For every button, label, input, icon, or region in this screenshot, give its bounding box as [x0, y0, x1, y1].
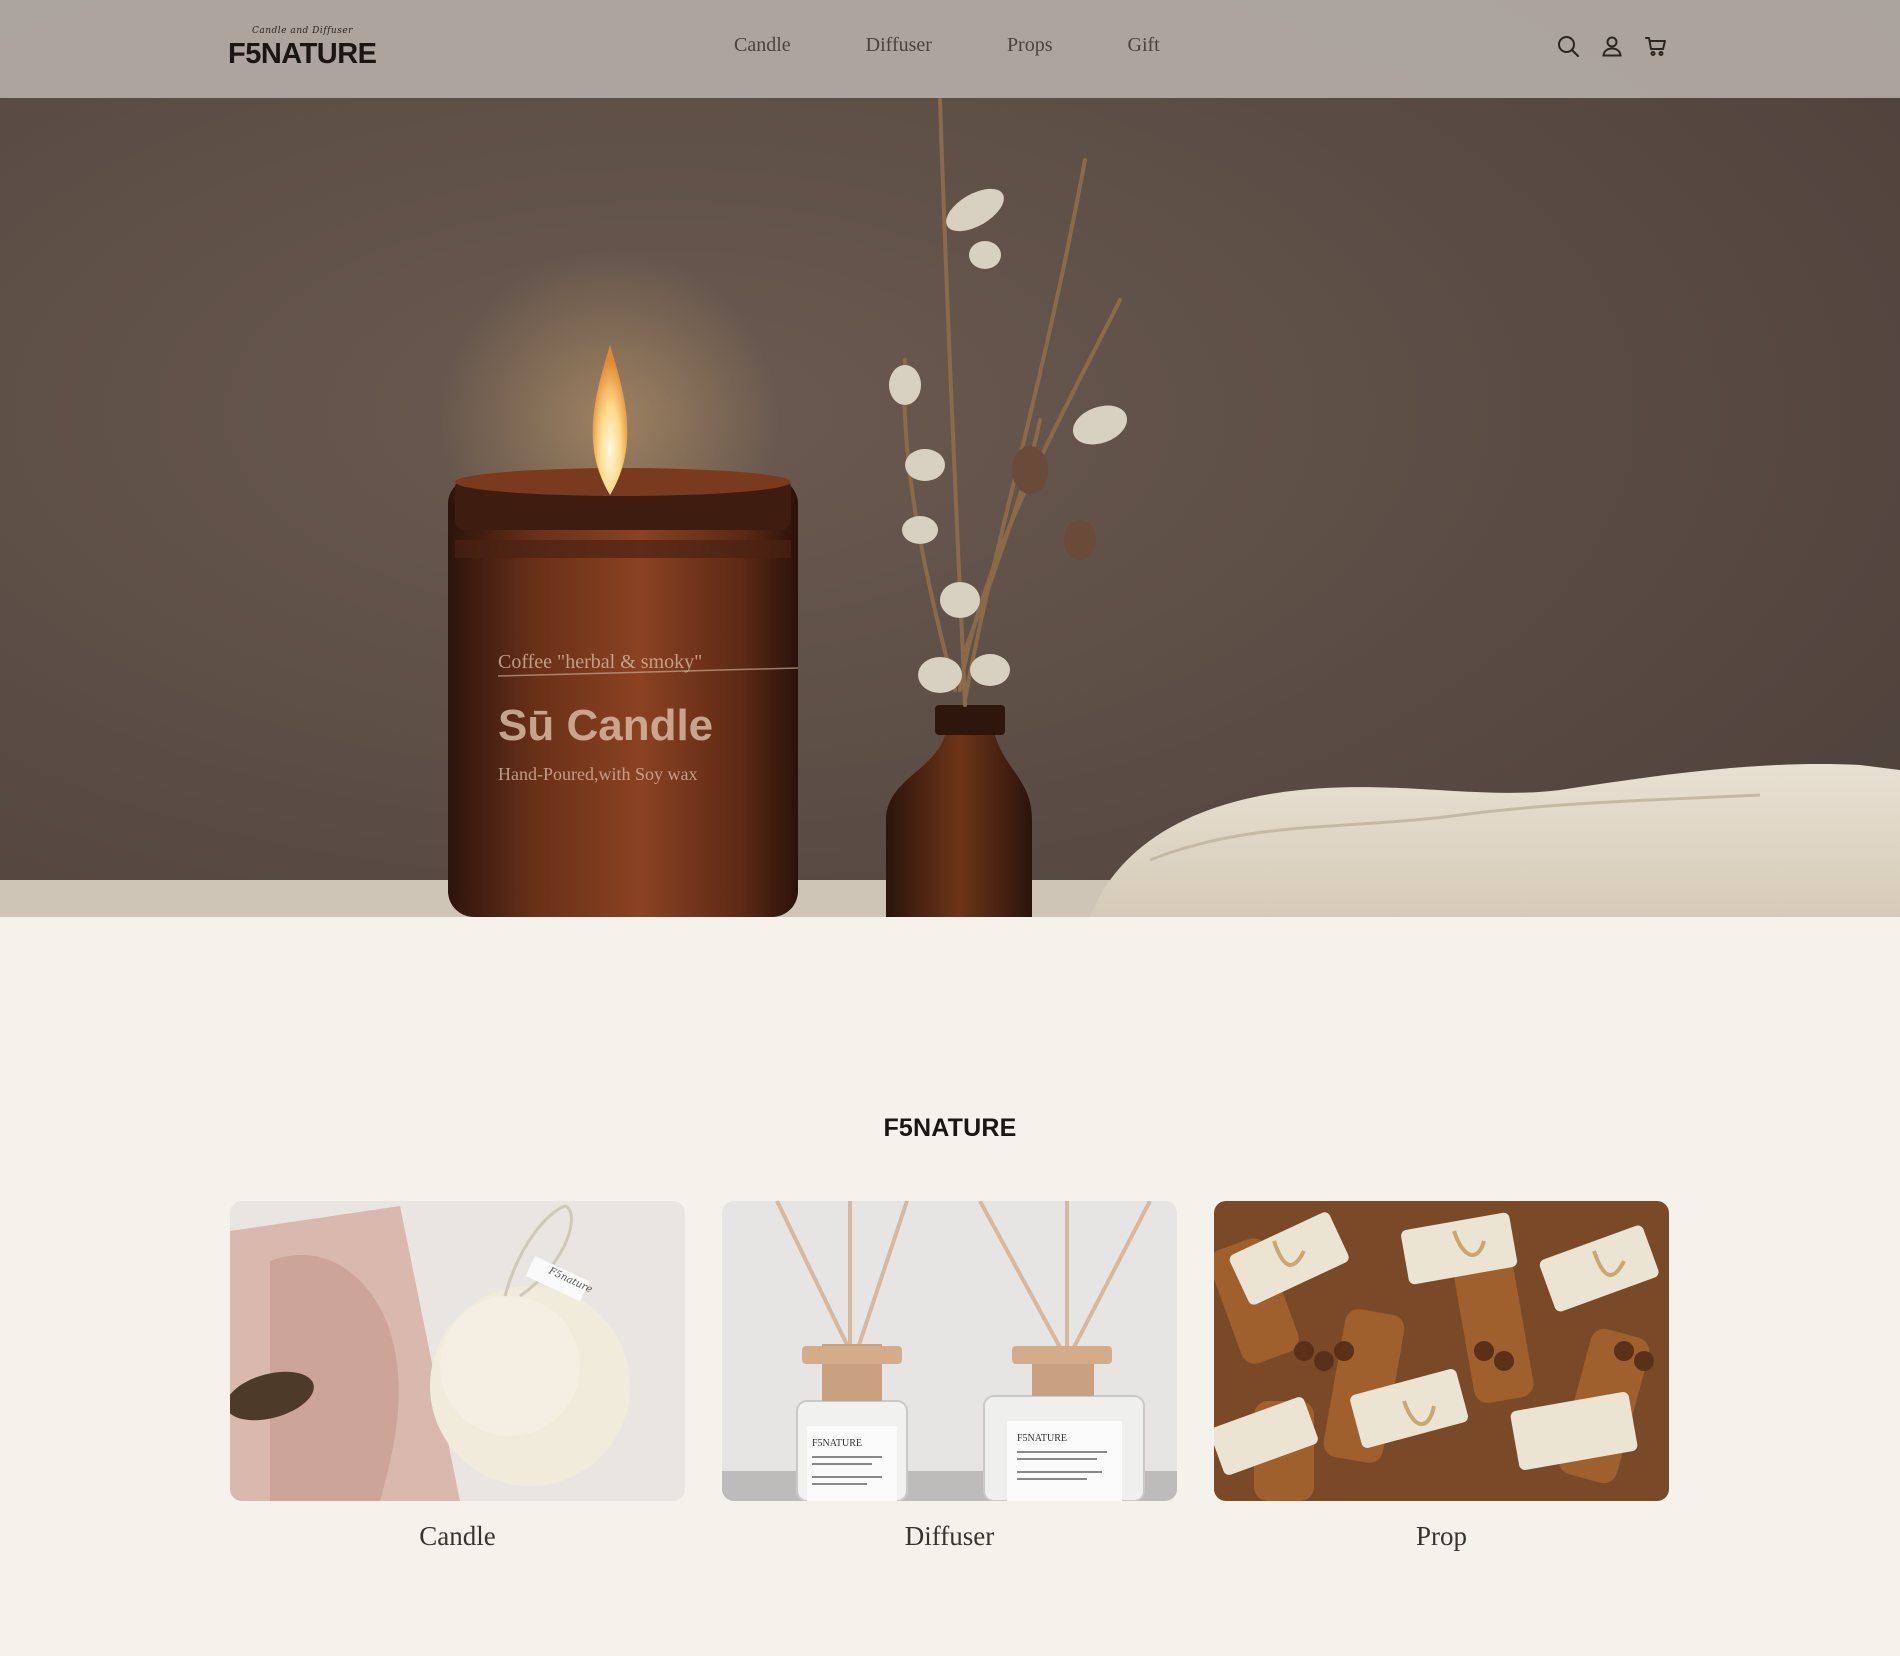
search-icon[interactable] — [1556, 34, 1580, 58]
jar-line-3: Hand-Poured,with Soy wax — [498, 764, 697, 784]
prop-image[interactable] — [1214, 1201, 1669, 1501]
nav-item-diffuser[interactable]: Diffuser — [866, 34, 932, 57]
category-card-prop[interactable]: Prop — [1214, 1201, 1669, 1552]
nav-item-gift[interactable]: Gift — [1128, 34, 1160, 57]
diffuser-image[interactable]: F5NATURE F5NATURE — [722, 1201, 1177, 1501]
card-label-candle[interactable]: Candle — [230, 1521, 685, 1552]
user-icon[interactable] — [1600, 34, 1624, 58]
card-label-prop[interactable]: Prop — [1214, 1521, 1669, 1552]
category-card-diffuser[interactable]: F5NATURE F5NATURE Diffuser — [722, 1201, 1177, 1552]
hero-banner: Coffee "herbal & smoky" Sū Candle Hand-P… — [0, 0, 1900, 917]
main-nav: Candle Diffuser Props Gift — [734, 34, 1160, 57]
bottle-1-brand: F5NATURE — [812, 1438, 862, 1449]
category-card-candle[interactable]: F5nature Candle — [230, 1201, 685, 1552]
bottle-2-brand: F5NATURE — [1017, 1433, 1067, 1444]
section-title: F5NATURE — [883, 1114, 1017, 1142]
header-icons — [1556, 34, 1668, 58]
category-cards: F5nature Candle F5NATURE F5NATURE Diffus… — [230, 1201, 1669, 1552]
nav-item-candle[interactable]: Candle — [734, 34, 791, 57]
jar-line-1: Coffee "herbal & smoky" — [498, 651, 702, 673]
hero-image: Coffee "herbal & smoky" Sū Candle Hand-P… — [0, 0, 1900, 917]
card-label-diffuser[interactable]: Diffuser — [722, 1521, 1177, 1552]
logo-wordmark: F5NATURE — [228, 38, 377, 70]
logo[interactable]: Candle and Diffuser F5NATURE — [228, 20, 388, 72]
nav-item-props[interactable]: Props — [1007, 34, 1053, 57]
cart-icon[interactable] — [1644, 34, 1668, 58]
logo-tagline: Candle and Diffuser — [252, 26, 353, 36]
candle-image[interactable]: F5nature — [230, 1201, 685, 1501]
site-header: Candle and Diffuser F5NATURE Candle Diff… — [0, 0, 1900, 98]
jar-line-2: Sū Candle — [498, 701, 713, 750]
